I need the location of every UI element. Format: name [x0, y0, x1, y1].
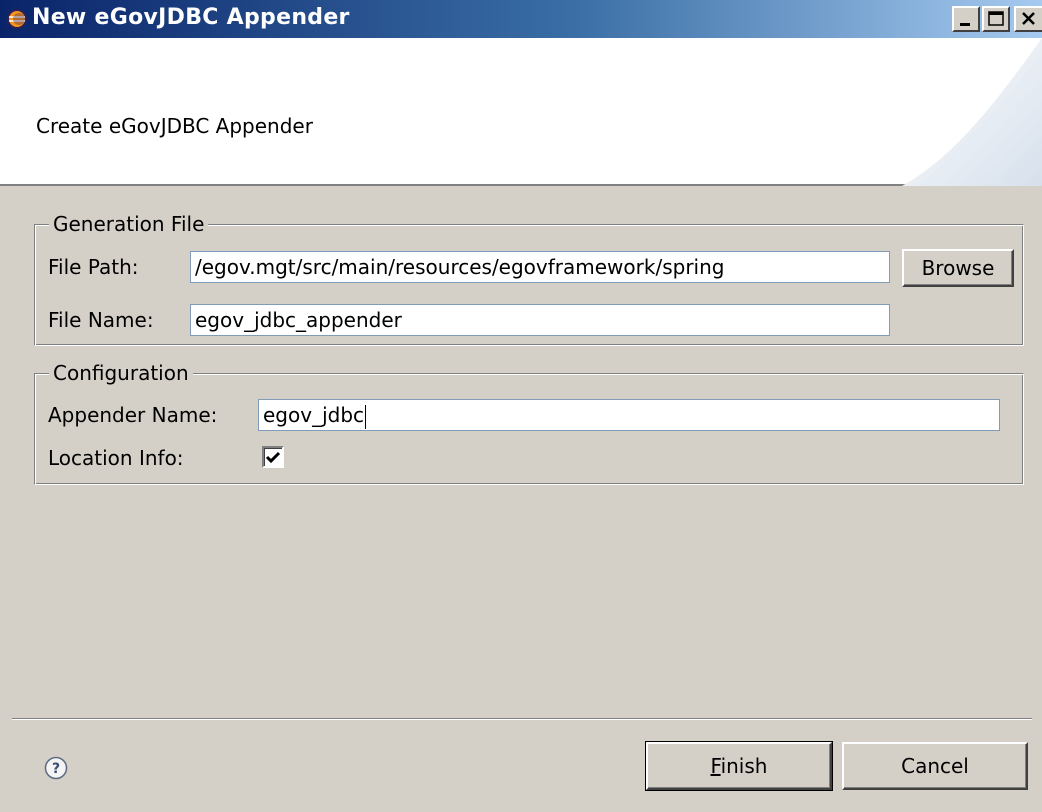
- text-caret: [365, 404, 367, 429]
- window-title: New eGovJDBC Appender: [32, 5, 350, 30]
- wizard-description: Create eGovJDBC Appender: [36, 114, 313, 138]
- close-icon: [1022, 12, 1035, 25]
- group-title-configuration: Configuration: [49, 360, 193, 386]
- appender-name-value: egov_jdbc: [263, 403, 365, 427]
- browse-button[interactable]: Browse: [902, 249, 1014, 287]
- appender-name-input[interactable]: egov_jdbc: [258, 399, 1000, 431]
- location-info-checkbox[interactable]: [262, 446, 284, 468]
- minimize-icon: [960, 23, 970, 26]
- close-button[interactable]: [1014, 6, 1042, 32]
- wizard-banner: Create eGovJDBC Appender: [0, 38, 1042, 186]
- maximize-icon: [988, 11, 1004, 26]
- cancel-button[interactable]: Cancel: [842, 742, 1028, 790]
- location-info-label: Location Info:: [48, 446, 184, 470]
- finish-mnemonic: F: [710, 754, 721, 778]
- finish-button[interactable]: Finish: [645, 741, 833, 791]
- file-name-input[interactable]: egov_jdbc_appender: [190, 304, 890, 336]
- finish-label-rest: inish: [720, 754, 768, 778]
- minimize-button[interactable]: [952, 6, 980, 32]
- maximize-button[interactable]: [982, 6, 1010, 32]
- checkmark-icon: [265, 451, 281, 464]
- title-bar[interactable]: New eGovJDBC Appender: [0, 0, 1042, 38]
- eclipse-icon: [7, 9, 27, 29]
- file-path-label: File Path:: [48, 255, 139, 279]
- help-icon[interactable]: ?: [44, 756, 68, 780]
- footer-separator: [12, 718, 1032, 720]
- svg-text:?: ?: [52, 761, 60, 777]
- appender-name-label: Appender Name:: [48, 403, 218, 427]
- file-name-label: File Name:: [48, 308, 154, 332]
- file-path-input[interactable]: /egov.mgt/src/main/resources/egovframewo…: [190, 251, 890, 283]
- group-title-generation-file: Generation File: [49, 211, 209, 237]
- banner-decoration: [902, 38, 1042, 186]
